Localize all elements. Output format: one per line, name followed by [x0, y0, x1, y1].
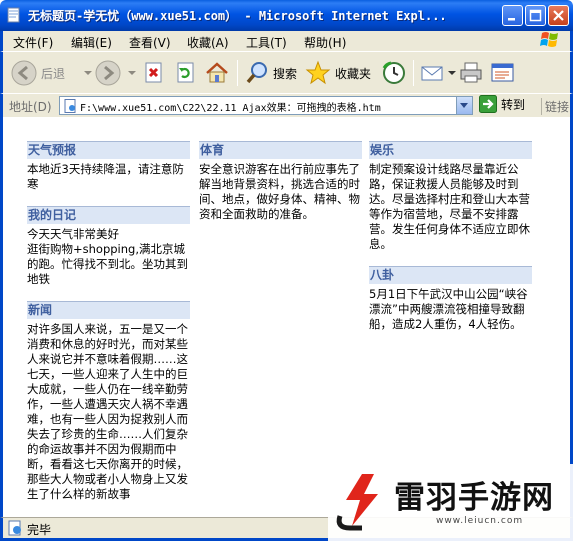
menu-help[interactable]: 帮助(H) — [304, 34, 346, 51]
draggable-table[interactable]: 天气预报 本地近3天持续降温，请注意防寒 — [27, 141, 190, 192]
status-text: 完毕 — [27, 523, 52, 537]
close-icon — [553, 10, 564, 21]
favorites-label: 收藏夹 — [335, 66, 372, 81]
back-button[interactable]: 后退 — [11, 58, 93, 88]
menu-favorites[interactable]: 收藏(A) — [187, 34, 229, 51]
address-bar: 地址(D) F:\www.xue51.com\C22\22.11 Ajax效果：… — [0, 93, 573, 117]
menu-tools[interactable]: 工具(T) — [246, 34, 287, 51]
history-button[interactable] — [381, 58, 407, 88]
minimize-icon — [508, 18, 515, 21]
toolbar-separator — [413, 60, 414, 86]
table-body-news: 对许多国人来说，五一是又一个消费和休息的好时光，而对某些人来说它并不意味着假期…… — [27, 322, 188, 501]
draggable-table[interactable]: 八卦 5月1日下午武汉中山公园“峡谷漂流”中两艘漂流筏相撞导致翻船，造成2人重伤… — [369, 266, 532, 332]
column-1: 天气预报 本地近3天持续降温，请注意防寒 我的日记 今天天气非常美好 逛街购物+… — [27, 141, 190, 516]
table-body-sports: 安全意识游客在出行前应事先了解当地背景资料，挑选合适的时间、地点，做好身体、精神… — [199, 162, 360, 221]
search-button[interactable]: 搜索 — [245, 58, 297, 88]
chevron-down-icon — [460, 103, 468, 108]
go-button[interactable]: 转到 — [479, 95, 525, 113]
back-dropdown-icon[interactable] — [83, 69, 93, 77]
menu-edit[interactable]: 编辑(E) — [71, 34, 112, 51]
minimize-button[interactable] — [502, 5, 523, 26]
table-header-gossip[interactable]: 八卦 — [369, 266, 532, 284]
go-arrow-icon — [479, 95, 497, 113]
page-content: 天气预报 本地近3天持续降温，请注意防寒 我的日记 今天天气非常美好 逛街购物+… — [0, 117, 573, 517]
draggable-table[interactable]: 娱乐 制定预案设计线路尽量靠近公路，保证救援人员能够及时到达。尽量选择村庄和登山… — [369, 141, 532, 252]
watermark-text: 雷羽手游网 — [394, 480, 554, 516]
edit-document-icon — [491, 63, 514, 82]
watermark-url: www.leiucn.com — [436, 516, 524, 526]
menu-file[interactable]: 文件(F) — [13, 34, 53, 51]
home-button[interactable] — [205, 58, 229, 88]
table-header-entertainment[interactable]: 娱乐 — [369, 141, 532, 159]
draggable-table[interactable]: 新闻 对许多国人来说，五一是又一个消费和休息的好时光，而对某些人来说它并不意味着… — [27, 301, 190, 502]
column-3: 娱乐 制定预案设计线路尽量靠近公路，保证救援人员能够及时到达。尽量选择村庄和登山… — [369, 141, 532, 346]
draggable-table[interactable]: 我的日记 今天天气非常美好 逛街购物+shopping,满北京城的跑。忙得找不到… — [27, 206, 190, 287]
table-header-diary[interactable]: 我的日记 — [27, 206, 190, 224]
table-body-diary: 今天天气非常美好 逛街购物+shopping,满北京城的跑。忙得找不到北。坐功其… — [27, 227, 188, 286]
toolbar-separator — [237, 60, 238, 86]
edit-button[interactable] — [491, 58, 515, 88]
table-header-news[interactable]: 新闻 — [27, 301, 190, 319]
search-icon — [246, 62, 267, 84]
forward-button[interactable] — [95, 58, 137, 88]
history-clock-icon — [382, 61, 405, 84]
forward-arrow-icon — [95, 60, 121, 86]
close-button[interactable] — [548, 5, 569, 26]
page-done-icon — [8, 520, 21, 536]
address-dropdown-button[interactable] — [456, 97, 472, 114]
back-label: 后退 — [41, 66, 66, 81]
window-title: 无标题页-学无忧（www.xue51.com） - Microsoft Inte… — [28, 9, 447, 23]
favorites-button[interactable]: 收藏夹 — [305, 58, 371, 88]
menu-bar: 文件(F) 编辑(E) 查看(V) 收藏(A) 工具(T) 帮助(H) — [0, 31, 573, 51]
refresh-icon — [177, 62, 194, 83]
links-toolbar[interactable]: 链接 — [541, 98, 569, 115]
table-body-entertainment: 制定预案设计线路尽量靠近公路，保证救援人员能够及时到达。尽量选择村庄和登山大本营… — [369, 162, 530, 251]
refresh-button[interactable] — [175, 58, 197, 88]
watermark: 雷羽手游网 www.leiucn.com — [328, 464, 573, 541]
print-button[interactable] — [459, 58, 483, 88]
title-bar[interactable]: 无标题页-学无忧（www.xue51.com） - Microsoft Inte… — [0, 0, 573, 31]
table-body-weather: 本地近3天持续降温，请注意防寒 — [27, 162, 184, 191]
draggable-table[interactable]: 体育 安全意识游客在出行前应事先了解当地背景资料，挑选合适的时间、地点，做好身体… — [199, 141, 362, 222]
stop-icon — [145, 62, 162, 83]
watermark-logo-icon — [336, 474, 378, 531]
back-arrow-icon — [11, 60, 37, 86]
favorites-star-icon — [305, 60, 331, 85]
page-icon — [64, 99, 76, 113]
windows-logo-icon — [540, 32, 558, 47]
address-input[interactable]: F:\www.xue51.com\C22\22.11 Ajax效果：可拖拽的表格… — [59, 96, 473, 115]
menu-view[interactable]: 查看(V) — [129, 34, 171, 51]
mail-button[interactable] — [421, 58, 457, 88]
maximize-button[interactable] — [525, 5, 546, 26]
mail-dropdown-icon[interactable] — [447, 69, 457, 77]
go-label: 转到 — [501, 97, 526, 112]
search-label: 搜索 — [273, 66, 298, 81]
stop-button[interactable] — [143, 58, 165, 88]
standard-toolbar: 后退 搜索 收藏夹 — [0, 51, 573, 93]
address-value: F:\www.xue51.com\C22\22.11 Ajax效果：可拖拽的表格… — [80, 103, 381, 114]
maximize-icon — [529, 9, 542, 22]
column-2: 体育 安全意识游客在出行前应事先了解当地背景资料，挑选合适的时间、地点，做好身体… — [199, 141, 362, 236]
mail-envelope-icon — [421, 66, 443, 81]
table-header-sports[interactable]: 体育 — [199, 141, 362, 159]
printer-icon — [460, 62, 482, 83]
table-header-weather[interactable]: 天气预报 — [27, 141, 190, 159]
ie-page-icon — [7, 7, 20, 23]
table-body-gossip: 5月1日下午武汉中山公园“峡谷漂流”中两艘漂流筏相撞导致翻船，造成2人重伤，4人… — [369, 287, 528, 331]
forward-dropdown-icon[interactable] — [127, 69, 137, 77]
home-icon — [206, 62, 228, 83]
address-label: 地址(D) — [9, 100, 52, 114]
